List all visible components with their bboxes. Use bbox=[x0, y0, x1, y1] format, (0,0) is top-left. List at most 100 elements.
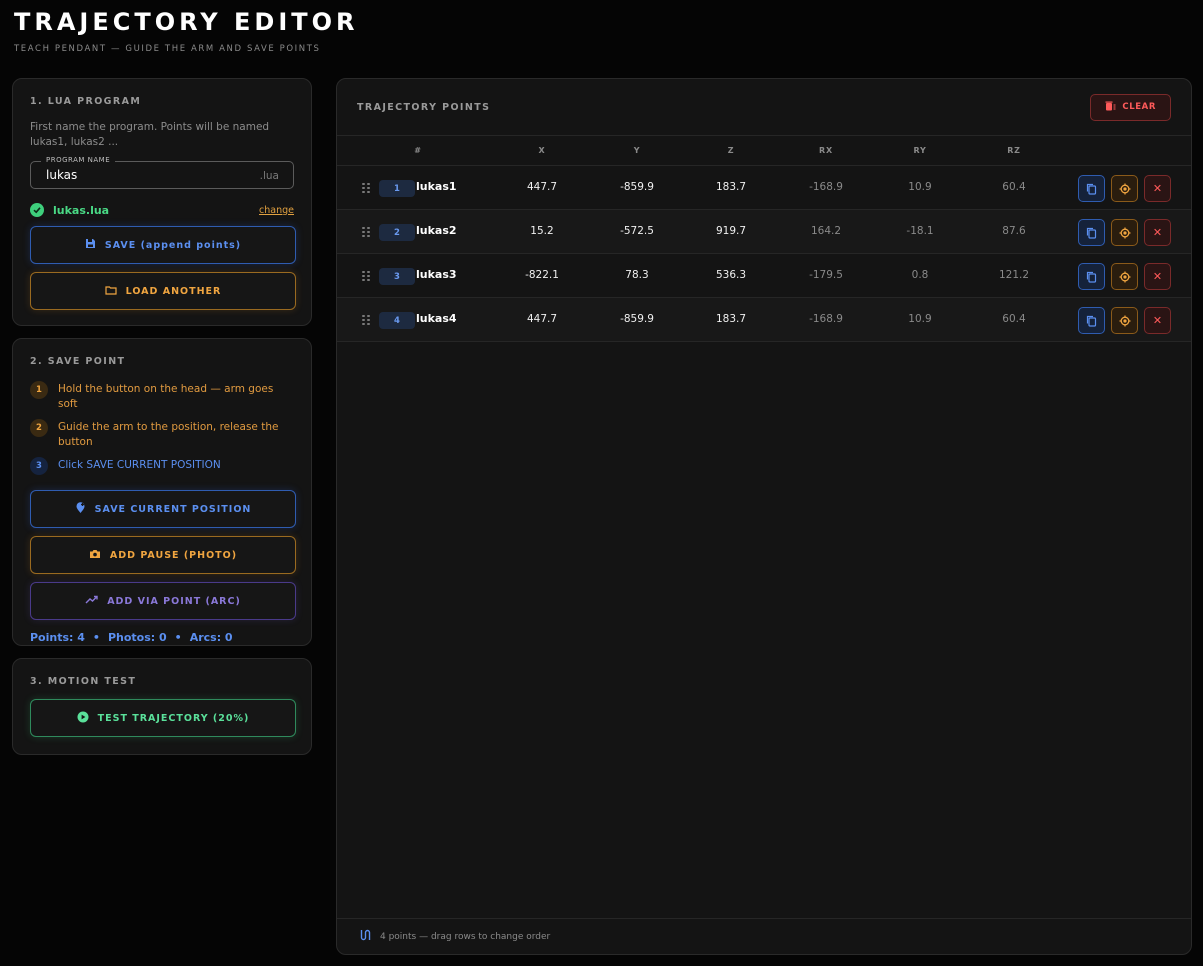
copy-button[interactable] bbox=[1078, 175, 1105, 202]
cell-rx: -179.5 bbox=[809, 269, 843, 281]
program-name-suffix: .lua bbox=[259, 170, 279, 182]
program-name-input[interactable] bbox=[46, 168, 246, 182]
route-icon bbox=[359, 929, 371, 944]
copy-button[interactable] bbox=[1078, 219, 1105, 246]
drag-handle-icon[interactable] bbox=[362, 315, 370, 325]
add-via-point-button[interactable]: ADD VIA POINT (ARC) bbox=[30, 582, 296, 620]
cell-rz: 60.4 bbox=[1002, 181, 1026, 193]
cell-z: 536.3 bbox=[715, 269, 747, 281]
instruction-step: 2 Guide the arm to the position, release… bbox=[30, 419, 294, 450]
cell-x: 447.7 bbox=[526, 313, 558, 325]
crosshair-icon bbox=[1119, 271, 1130, 282]
table-header: # X Y Z RX RY RZ bbox=[337, 136, 1191, 166]
save-append-label: SAVE (append points) bbox=[104, 239, 242, 251]
clear-label: CLEAR bbox=[1122, 102, 1156, 112]
current-filename: lukas.lua bbox=[53, 203, 110, 217]
copy-icon bbox=[1086, 315, 1097, 327]
stats-separator: • bbox=[174, 631, 182, 644]
column-header: RX bbox=[819, 146, 833, 155]
go-to-position-button[interactable] bbox=[1111, 175, 1138, 202]
cell-y: -859.9 bbox=[620, 313, 654, 325]
app-header: TRAJECTORY EDITOR TEACH PENDANT — GUIDE … bbox=[14, 8, 359, 54]
copy-button[interactable] bbox=[1078, 307, 1105, 334]
copy-icon bbox=[1086, 271, 1097, 283]
points-count: Points: 4 bbox=[30, 631, 85, 644]
delete-button[interactable]: ✕ bbox=[1144, 263, 1171, 290]
points-table-body: 1 lukas1 447.7 -859.9 183.7 -168.9 10.9 … bbox=[337, 166, 1191, 342]
instruction-step: 3 Click SAVE CURRENT POSITION bbox=[30, 457, 294, 475]
points-footer-text: 4 points — drag rows to change order bbox=[380, 931, 551, 942]
lua-program-description: First name the program. Points will be n… bbox=[30, 121, 270, 148]
table-row[interactable]: 2 lukas2 15.2 -572.5 919.7 164.2 -18.1 8… bbox=[337, 210, 1191, 254]
load-another-button[interactable]: LOAD ANOTHER bbox=[30, 272, 296, 310]
table-row[interactable]: 1 lukas1 447.7 -859.9 183.7 -168.9 10.9 … bbox=[337, 166, 1191, 210]
cell-ry: 0.8 bbox=[911, 269, 929, 281]
clear-button[interactable]: CLEAR bbox=[1090, 93, 1171, 121]
add-pause-button[interactable]: ADD PAUSE (PHOTO) bbox=[30, 536, 296, 574]
crosshair-icon bbox=[1119, 315, 1130, 326]
column-header: X bbox=[538, 146, 546, 155]
cell-x: 15.2 bbox=[530, 225, 554, 237]
save-point-title: 2. SAVE POINT bbox=[30, 356, 126, 367]
step-number: 3 bbox=[30, 457, 48, 475]
point-stats: Points: 4 • Photos: 0 • Arcs: 0 bbox=[30, 631, 294, 644]
table-row[interactable]: 3 lukas3 -822.1 78.3 536.3 -179.5 0.8 12… bbox=[337, 254, 1191, 298]
load-another-label: LOAD ANOTHER bbox=[125, 285, 222, 297]
step-text: Hold the button on the head — arm goes s… bbox=[58, 383, 274, 410]
save-current-position-button[interactable]: SAVE CURRENT POSITION bbox=[30, 490, 296, 528]
change-link[interactable]: change bbox=[259, 205, 294, 216]
save-append-button[interactable]: SAVE (append points) bbox=[30, 226, 296, 264]
photos-count: Photos: 0 bbox=[107, 631, 167, 644]
drag-handle-icon[interactable] bbox=[362, 271, 370, 281]
cell-rx: -168.9 bbox=[809, 181, 843, 193]
cell-ry: 10.9 bbox=[908, 313, 932, 325]
copy-icon bbox=[1086, 227, 1097, 239]
play-circle-icon bbox=[77, 711, 89, 726]
column-header: RY bbox=[913, 146, 927, 155]
cell-ry: 10.9 bbox=[908, 181, 932, 193]
camera-icon bbox=[89, 549, 101, 562]
folder-icon bbox=[105, 285, 117, 298]
column-header: Y bbox=[633, 146, 641, 155]
trash-icon bbox=[1105, 101, 1116, 114]
cell-z: 183.7 bbox=[715, 181, 747, 193]
drag-handle-icon[interactable] bbox=[362, 227, 370, 237]
lua-program-title: 1. LUA PROGRAM bbox=[30, 96, 142, 107]
table-row[interactable]: 4 lukas4 447.7 -859.9 183.7 -168.9 10.9 … bbox=[337, 298, 1191, 342]
trajectory-points-header: TRAJECTORY POINTS CLEAR bbox=[337, 79, 1191, 136]
column-header: Z bbox=[727, 146, 735, 155]
floppy-disk-icon bbox=[85, 238, 96, 252]
copy-button[interactable] bbox=[1078, 263, 1105, 290]
point-name: lukas1 bbox=[416, 180, 457, 193]
crosshair-icon bbox=[1119, 227, 1130, 238]
cell-rx: 164.2 bbox=[810, 225, 842, 237]
trajectory-points-panel: TRAJECTORY POINTS CLEAR # X Y Z RX RY RZ… bbox=[336, 78, 1192, 955]
points-footer: 4 points — drag rows to change order bbox=[337, 918, 1191, 954]
cell-y: 78.3 bbox=[625, 269, 649, 281]
cell-x: 447.7 bbox=[526, 181, 558, 193]
page-title: TRAJECTORY EDITOR bbox=[14, 8, 359, 36]
test-trajectory-button[interactable]: TEST TRAJECTORY (20%) bbox=[30, 699, 296, 737]
cell-y: -572.5 bbox=[620, 225, 654, 237]
go-to-position-button[interactable] bbox=[1111, 307, 1138, 334]
location-pin-icon bbox=[75, 501, 86, 517]
add-via-point-label: ADD VIA POINT (ARC) bbox=[107, 595, 241, 607]
delete-button[interactable]: ✕ bbox=[1144, 219, 1171, 246]
delete-button[interactable]: ✕ bbox=[1144, 307, 1171, 334]
cell-rx: -168.9 bbox=[809, 313, 843, 325]
test-trajectory-label: TEST TRAJECTORY (20%) bbox=[97, 712, 250, 724]
step-number: 2 bbox=[30, 419, 48, 437]
point-name: lukas2 bbox=[416, 224, 457, 237]
column-header: # bbox=[414, 146, 422, 155]
cell-z: 919.7 bbox=[715, 225, 747, 237]
drag-handle-icon[interactable] bbox=[362, 183, 370, 193]
go-to-position-button[interactable] bbox=[1111, 219, 1138, 246]
lua-program-panel: 1. LUA PROGRAM First name the program. P… bbox=[12, 78, 312, 326]
go-to-position-button[interactable] bbox=[1111, 263, 1138, 290]
program-name-field[interactable]: PROGRAM NAME .lua bbox=[30, 156, 294, 189]
cell-rz: 87.6 bbox=[1002, 225, 1026, 237]
delete-button[interactable]: ✕ bbox=[1144, 175, 1171, 202]
add-pause-label: ADD PAUSE (PHOTO) bbox=[109, 549, 238, 561]
instruction-steps: 1 Hold the button on the head — arm goes… bbox=[30, 381, 294, 475]
copy-icon bbox=[1086, 183, 1097, 195]
